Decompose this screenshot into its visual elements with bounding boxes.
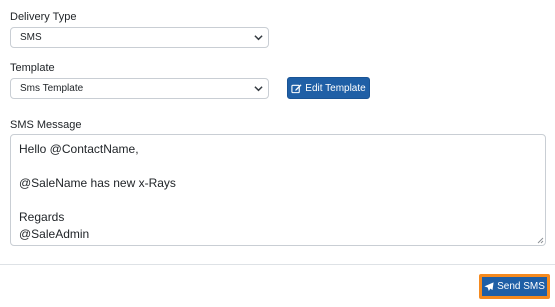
paper-plane-icon (484, 281, 494, 291)
edit-template-button[interactable]: Edit Template (287, 77, 370, 99)
delivery-type-select[interactable]: SMS (10, 27, 269, 48)
edit-icon (291, 83, 302, 93)
delivery-type-value: SMS (20, 32, 42, 43)
send-sms-button[interactable]: Send SMS (479, 274, 550, 299)
sms-message-textarea[interactable]: Hello @ContactName, @SaleName has new x-… (10, 134, 546, 246)
edit-template-label: Edit Template (305, 82, 366, 94)
template-select[interactable]: Sms Template (10, 78, 269, 99)
template-label: Template (10, 62, 55, 74)
send-sms-label: Send SMS (497, 281, 545, 292)
resize-handle-icon[interactable] (537, 237, 544, 244)
sms-message-label: SMS Message (10, 119, 82, 131)
delivery-type-label: Delivery Type (10, 11, 77, 23)
template-value: Sms Template (20, 83, 84, 94)
footer-divider (0, 264, 555, 265)
chevron-down-icon (254, 86, 263, 92)
chevron-down-icon (254, 35, 263, 41)
